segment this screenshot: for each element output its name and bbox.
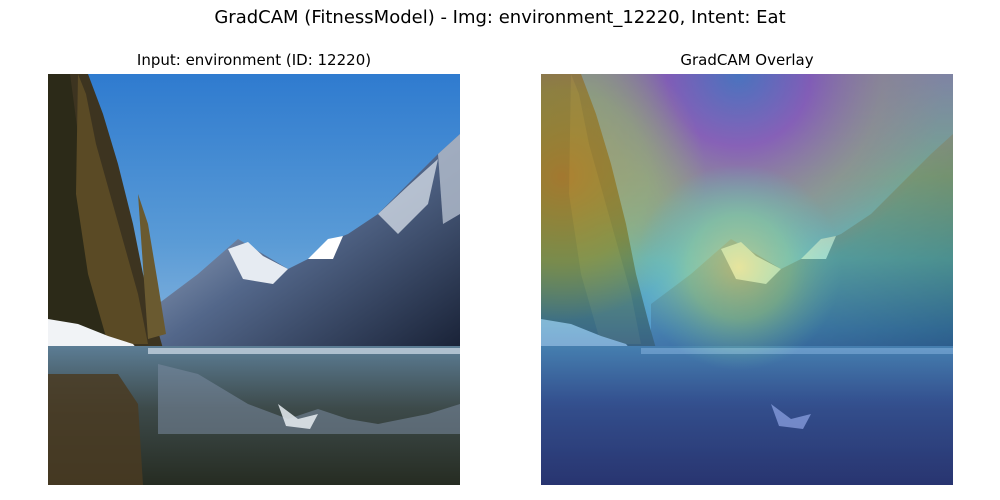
gradcam-heatmap (541, 74, 953, 485)
figure-title: GradCAM (FitnessModel) - Img: environmen… (214, 7, 786, 28)
gradcam-overlay-image (541, 74, 953, 485)
gradcam-overlay-panel (541, 74, 953, 485)
overlay-panel-title: GradCAM Overlay (680, 51, 814, 69)
input-image-panel (48, 74, 460, 485)
input-image (48, 74, 460, 485)
input-panel-title: Input: environment (ID: 12220) (136, 51, 372, 69)
photo-water (48, 346, 460, 485)
